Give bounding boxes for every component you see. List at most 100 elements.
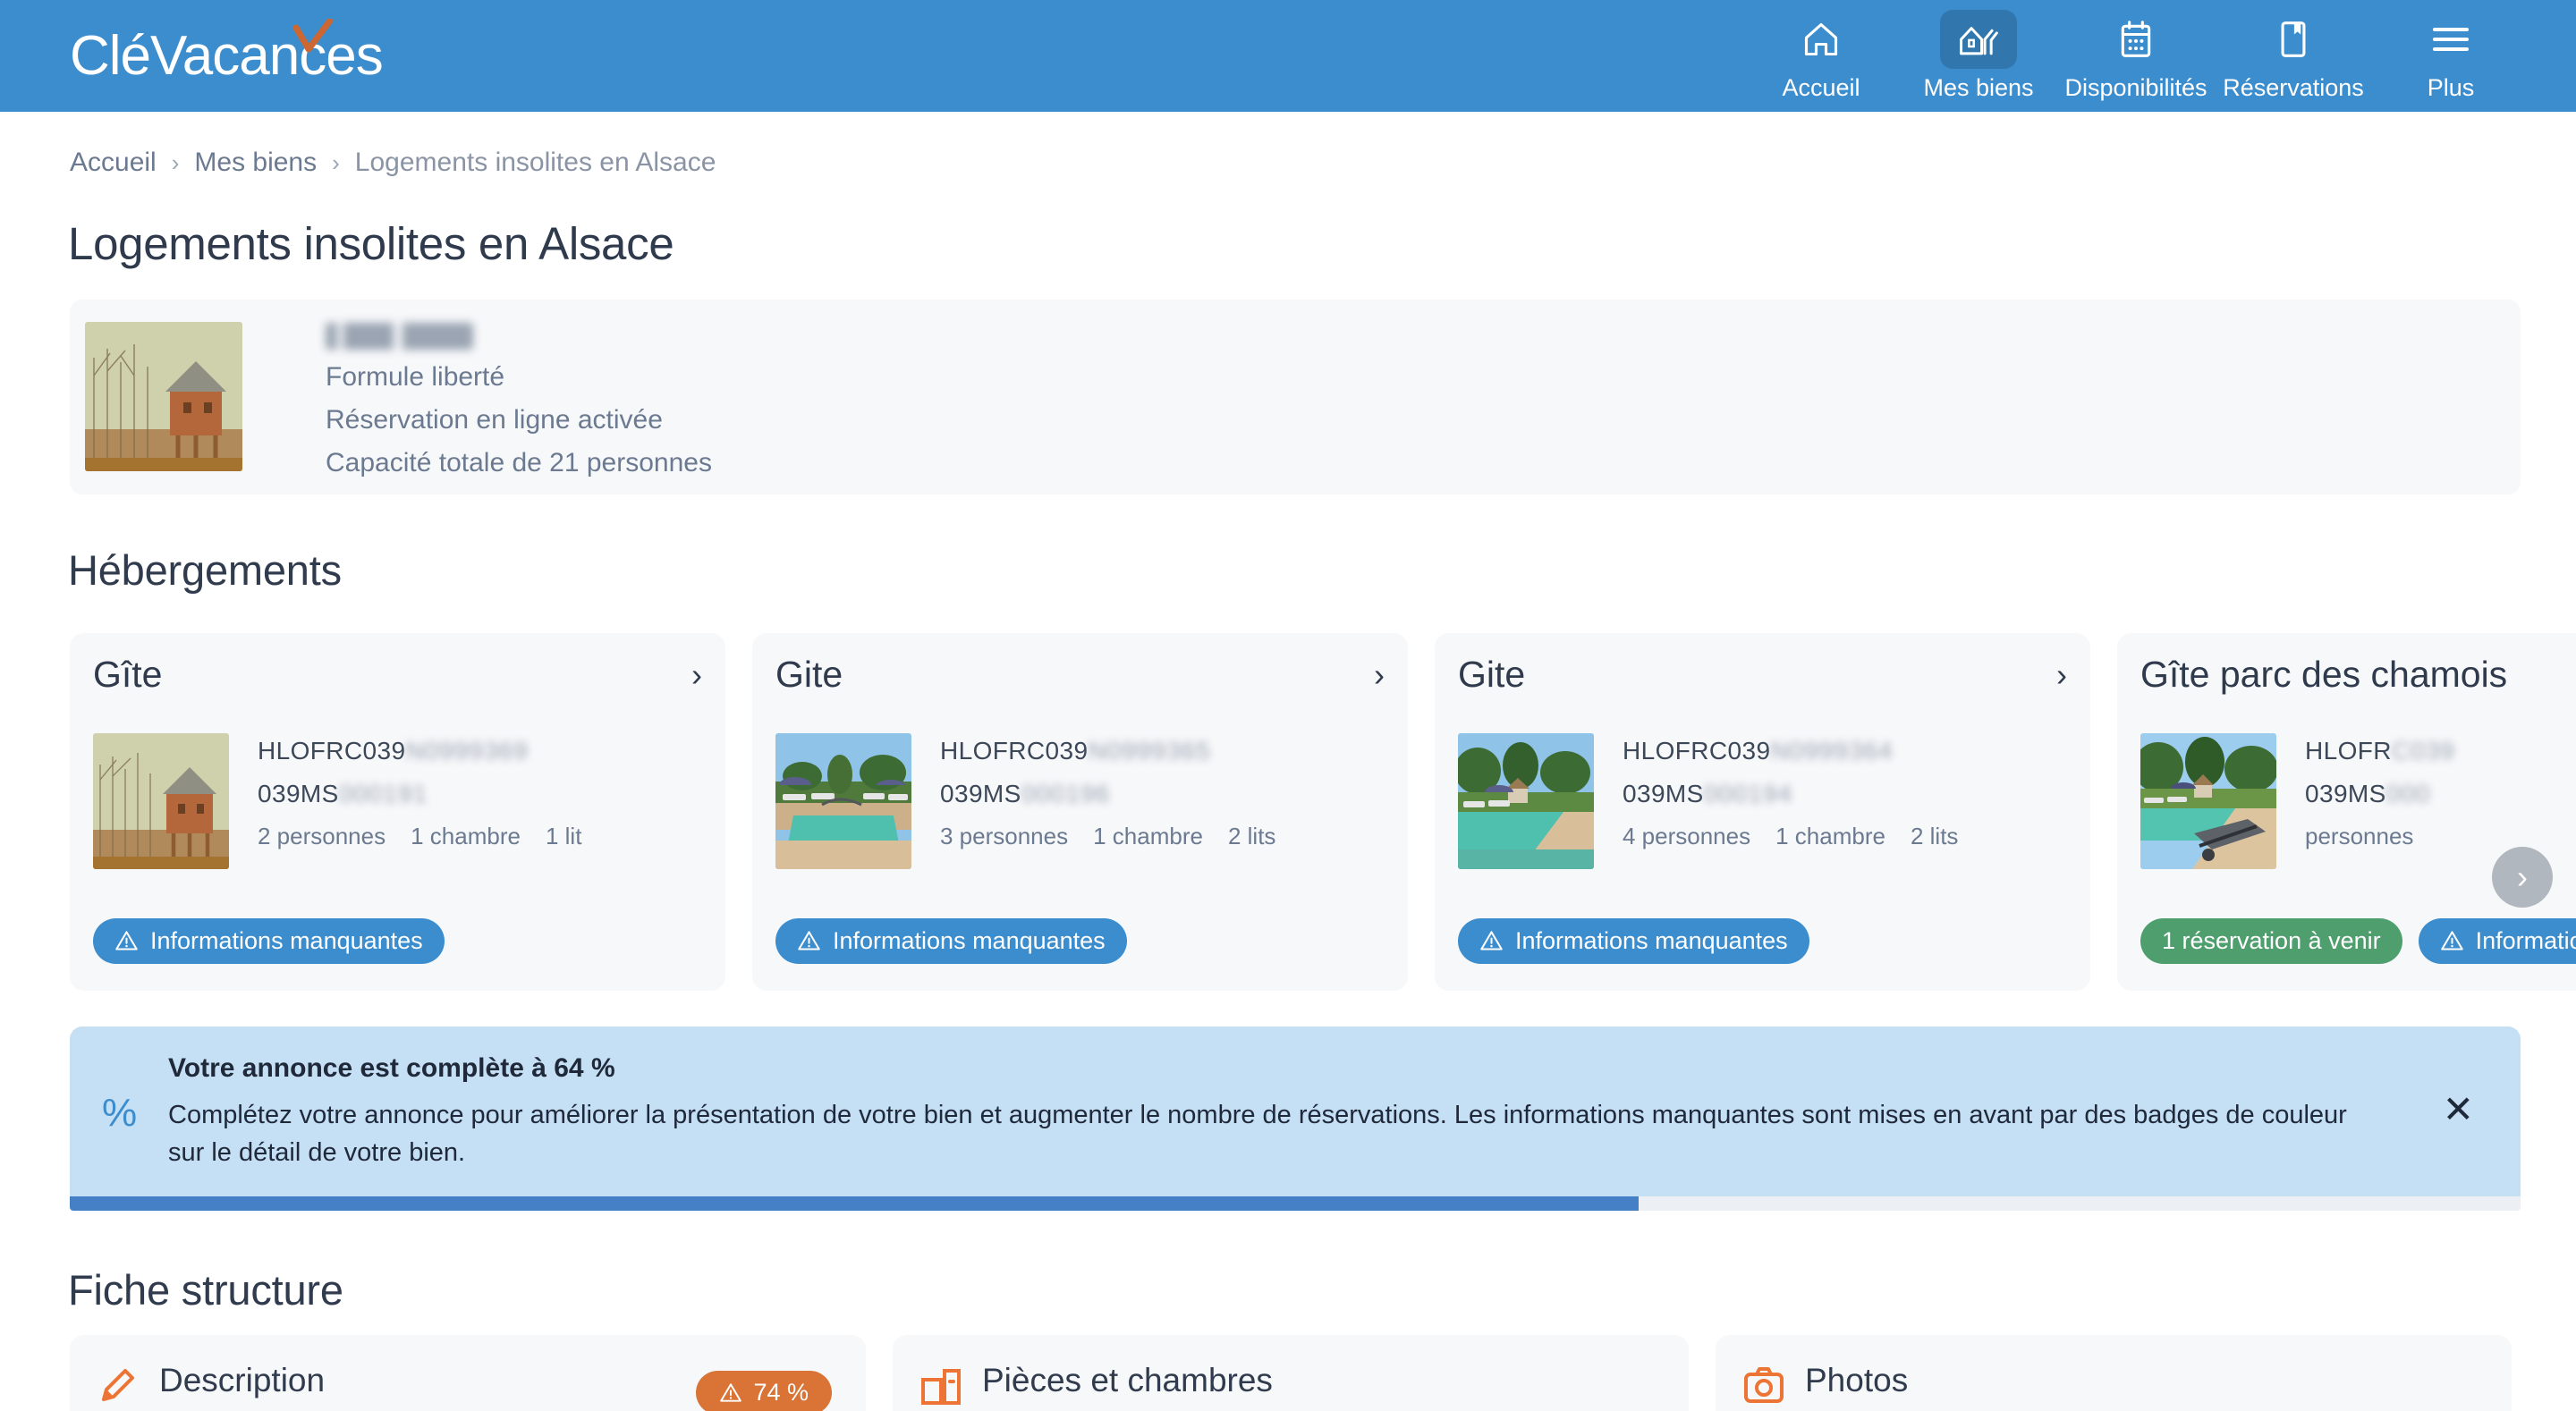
property-capacity: Capacité totale de 21 personnes bbox=[326, 448, 712, 477]
pool-photo bbox=[775, 733, 911, 869]
status-badge-label: Informations manquantes bbox=[2475, 927, 2576, 954]
lodging-persons: 4 personnes bbox=[1623, 823, 1751, 849]
lodging-badges: Informations manquantes bbox=[1458, 918, 1809, 964]
clevacances-logo[interactable]: CléVacances bbox=[70, 19, 384, 88]
lodging-rooms: 1 chambre bbox=[1775, 823, 1885, 849]
banner-body: Complétez votre annonce pour améliorer l… bbox=[168, 1101, 2347, 1168]
lodging-thumbnail bbox=[775, 733, 911, 869]
warning-triangle-icon bbox=[720, 1382, 742, 1402]
pool-photo bbox=[1458, 733, 1594, 869]
fiche-card-photos[interactable]: Photos bbox=[1716, 1335, 2512, 1411]
lodging-persons: 2 personnes bbox=[258, 823, 386, 849]
fiche-card-badge: 74 % bbox=[696, 1371, 832, 1411]
lodging-code: HLOFRC039N0999369 bbox=[258, 737, 529, 765]
lodgings-carousel: Gîte › HLOFRC039N0999369 039MS000191 2 p… bbox=[70, 633, 2576, 991]
lodging-card[interactable]: Gîte › HLOFRC039N0999369 039MS000191 2 p… bbox=[70, 633, 725, 991]
status-badge-label: Informations manquantes bbox=[150, 927, 423, 954]
nav-label-reservations: Réservations bbox=[2223, 74, 2364, 101]
lodging-beds: 2 lits bbox=[1227, 823, 1276, 849]
chevron-right-icon[interactable]: › bbox=[691, 658, 702, 691]
nav-icon-box bbox=[2412, 10, 2489, 69]
lodging-title: Gite bbox=[775, 654, 843, 695]
lodging-code: HLOFRC039N0999364 bbox=[1623, 737, 1894, 765]
lodging-card-header: Gîte parc des chamois bbox=[2140, 654, 2576, 696]
carousel-next-button[interactable]: › bbox=[2492, 847, 2553, 908]
lodging-meta: HLOFRC039 039MS000 personnes bbox=[2305, 733, 2455, 869]
nav-item-accueil[interactable]: Accueil bbox=[1742, 0, 1900, 112]
nav-icon-box bbox=[1940, 10, 2017, 69]
nav-item-mes-biens[interactable]: Mes biens bbox=[1900, 0, 2057, 112]
nav-item-plus[interactable]: Plus bbox=[2372, 0, 2529, 112]
lodging-card[interactable]: Gite › bbox=[1435, 633, 2090, 991]
banner-text: Votre annonce est complète à 64 % Complé… bbox=[168, 1053, 2386, 1171]
lodging-card-header: Gite › bbox=[775, 654, 1385, 696]
property-online-booking: Réservation en ligne activée bbox=[326, 405, 663, 435]
warning-triangle-icon bbox=[1480, 931, 1503, 951]
lodging-badges: 1 réservation à venir Informations manqu… bbox=[2140, 918, 2576, 964]
chevron-right-icon[interactable]: › bbox=[2056, 658, 2067, 691]
lodging-persons: personnes bbox=[2305, 823, 2414, 849]
property-summary-info: Formule liberté Réservation en ligne act… bbox=[326, 323, 712, 478]
lodging-stats: 3 personnes 1 chambre 2 lits bbox=[940, 823, 1275, 850]
lodging-card-header: Gite › bbox=[1458, 654, 2067, 696]
nav-label-accueil: Accueil bbox=[1782, 74, 1860, 101]
lodging-card-body: HLOFRC039N0999369 039MS000191 2 personne… bbox=[93, 733, 581, 869]
lodging-thumbnail bbox=[93, 733, 229, 869]
lodging-reference: 039MS000 bbox=[2305, 780, 2431, 807]
nav-icon-box bbox=[1783, 10, 1860, 69]
lodging-card-header: Gîte › bbox=[93, 654, 702, 696]
properties-icon bbox=[1960, 27, 1998, 55]
status-badge-missing-info[interactable]: Informations manquantes bbox=[1458, 918, 1809, 964]
lodgings-row: Gîte › HLOFRC039N0999369 039MS000191 2 p… bbox=[70, 633, 2576, 991]
lodging-code: HLOFRC039 bbox=[2305, 737, 2455, 765]
lodging-card-body: HLOFRC039N0999364 039MS000194 4 personne… bbox=[1458, 733, 1958, 869]
warning-triangle-icon bbox=[2440, 931, 2463, 951]
fiche-card-label: Photos bbox=[1805, 1362, 1909, 1398]
chevron-right-icon[interactable]: › bbox=[1374, 658, 1385, 691]
banner-title: Votre annonce est complète à 64 % bbox=[168, 1053, 615, 1083]
lodging-card[interactable]: Gite › bbox=[752, 633, 1408, 991]
property-summary-card: Formule liberté Réservation en ligne act… bbox=[70, 300, 2521, 494]
lodging-meta: HLOFRC039N0999369 039MS000191 2 personne… bbox=[258, 733, 581, 869]
status-badge-missing-info[interactable]: Informations manquantes bbox=[775, 918, 1127, 964]
treehouse-photo bbox=[93, 733, 229, 869]
calendar-icon bbox=[2121, 21, 2151, 57]
hamburger-menu-icon bbox=[2433, 28, 2469, 51]
status-badge-missing-info[interactable]: Informations manquantes bbox=[2418, 918, 2576, 964]
breadcrumb-separator-icon: › bbox=[171, 148, 180, 176]
completion-progress-bar bbox=[70, 1196, 2521, 1211]
nav-icon-box bbox=[2255, 10, 2332, 69]
lodging-reference: 039MS000191 bbox=[258, 780, 428, 807]
fiche-card-label: Description bbox=[159, 1362, 326, 1398]
lodging-card-body: HLOFRC039N0999365 039MS000196 3 personne… bbox=[775, 733, 1275, 869]
nav-label-disponibilites: Disponibilités bbox=[2064, 74, 2207, 101]
lodging-beds: 1 lit bbox=[545, 823, 582, 849]
lodging-thumbnail bbox=[1458, 733, 1594, 869]
breadcrumb-item-accueil[interactable]: Accueil bbox=[70, 148, 157, 178]
fiche-structure-cards: Description 74 % Pièces et chambres Phot… bbox=[70, 1335, 2512, 1411]
breadcrumb-item-mes-biens[interactable]: Mes biens bbox=[194, 148, 317, 178]
close-icon[interactable]: ✕ bbox=[2443, 1091, 2474, 1128]
status-badge-upcoming-booking[interactable]: 1 réservation à venir bbox=[2140, 918, 2402, 964]
section-heading-hebergements: Hébergements bbox=[68, 546, 342, 594]
fiche-card-pieces-chambres[interactable]: Pièces et chambres bbox=[893, 1335, 1689, 1411]
logo-check-icon bbox=[292, 19, 334, 53]
app-root: CléVacances Accueil Mes biens Disponibil… bbox=[0, 0, 2576, 1411]
lodging-card-body: HLOFRC039 039MS000 personnes bbox=[2140, 733, 2455, 869]
rooms-icon bbox=[921, 1369, 961, 1405]
nav-item-reservations[interactable]: Réservations bbox=[2215, 0, 2372, 112]
treehouse-photo bbox=[85, 322, 242, 471]
status-badge-missing-info[interactable]: Informations manquantes bbox=[93, 918, 445, 964]
fiche-card-description[interactable]: Description 74 % bbox=[70, 1335, 866, 1411]
lodging-title: Gîte bbox=[93, 654, 163, 695]
lodging-card[interactable]: Gîte parc des chamois HLOFRC039 039MS000… bbox=[2117, 633, 2576, 991]
completion-progress-fill bbox=[70, 1196, 1639, 1211]
nav-item-disponibilites[interactable]: Disponibilités bbox=[2057, 0, 2215, 112]
nav-icon-box bbox=[2097, 10, 2174, 69]
status-badge-label: 1 réservation à venir bbox=[2162, 927, 2381, 954]
app-header: CléVacances Accueil Mes biens Disponibil… bbox=[0, 0, 2576, 112]
pool-lounger-photo bbox=[2140, 733, 2276, 869]
logo-text-vacances: Vacances bbox=[150, 25, 384, 87]
status-badge-label: Informations manquantes bbox=[1515, 927, 1788, 954]
warning-triangle-icon bbox=[798, 931, 820, 951]
